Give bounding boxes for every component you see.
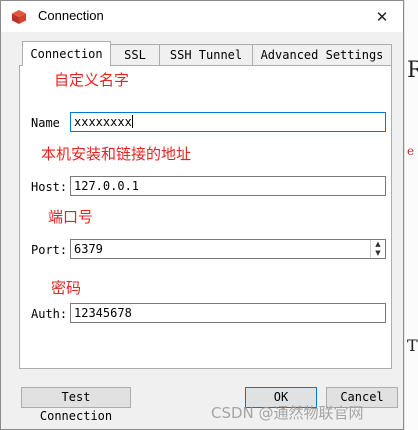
name-label: Name xyxy=(31,116,60,130)
tab-ssh-tunnel[interactable]: SSH Tunnel xyxy=(159,44,253,65)
auth-label: Auth: xyxy=(31,307,68,321)
name-annotation: 自定义名字 xyxy=(54,71,130,89)
host-annotation: 本机安装和链接的地址 xyxy=(41,145,192,163)
tab-advanced-settings[interactable]: Advanced Settings xyxy=(252,44,392,65)
auth-input[interactable]: 12345678 xyxy=(70,303,386,323)
watermark: CSDN @通然物联官网 xyxy=(211,404,364,422)
host-label: Host: xyxy=(31,180,68,194)
port-label: Port: xyxy=(31,243,68,257)
name-input[interactable]: xxxxxxxx xyxy=(70,112,386,132)
background-letter: R xyxy=(407,58,418,83)
name-input-value: xxxxxxxx xyxy=(74,115,132,129)
close-icon[interactable]: ✕ xyxy=(371,7,393,27)
window-title: Connection xyxy=(38,8,104,23)
connection-dialog: Connection ✕ Connection SSL SSH Tunnel A… xyxy=(0,0,404,430)
text-caret xyxy=(131,115,133,128)
background-window: R e T xyxy=(404,0,418,430)
redis-cube-icon xyxy=(12,10,26,24)
spin-up-icon[interactable]: ▲ xyxy=(371,240,385,249)
tab-ssl[interactable]: SSL xyxy=(110,44,160,65)
port-spinbox[interactable]: 6379 ▲ ▼ xyxy=(70,239,386,259)
host-input[interactable]: 127.0.0.1 xyxy=(70,176,386,196)
title-bar: Connection ✕ xyxy=(1,1,403,32)
tab-connection[interactable]: Connection xyxy=(22,41,111,66)
port-stepper[interactable]: ▲ ▼ xyxy=(370,240,385,258)
port-annotation: 端口号 xyxy=(48,208,94,226)
background-letter: e xyxy=(407,144,415,158)
spin-down-icon[interactable]: ▼ xyxy=(371,249,385,258)
auth-annotation: 密码 xyxy=(51,279,82,297)
port-value: 6379 xyxy=(74,242,103,256)
background-letter: T xyxy=(407,336,418,355)
test-connection-button[interactable]: Test Connection xyxy=(21,387,131,423)
